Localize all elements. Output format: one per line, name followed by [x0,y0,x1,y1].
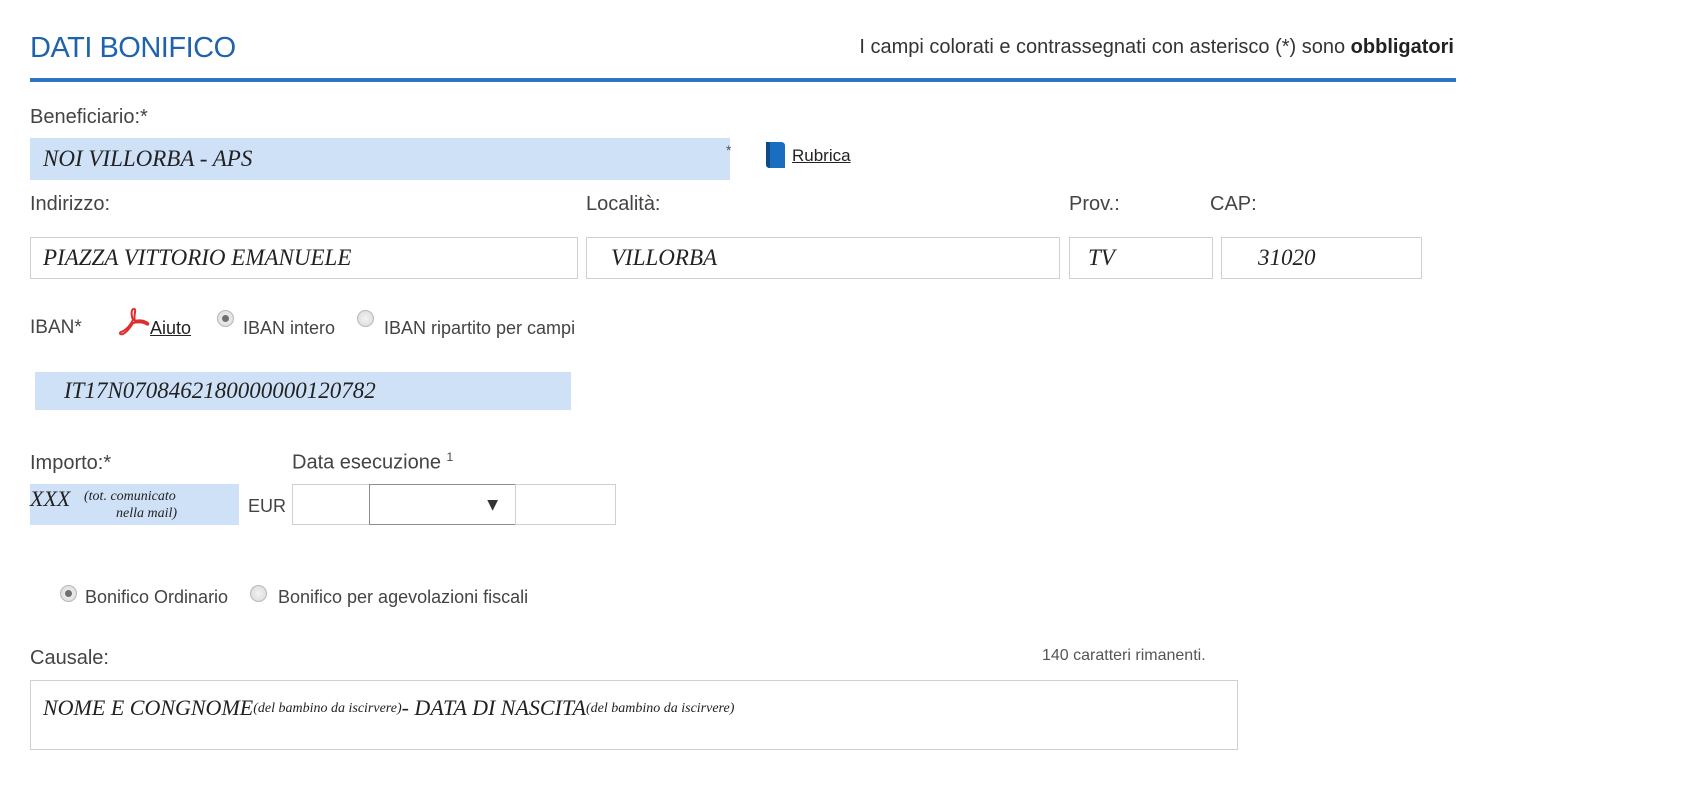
bonifico-agevolazioni-label: Bonifico per agevolazioni fiscali [278,587,529,607]
causale-label: Causale: [30,647,109,669]
footnote-marker: 1 [446,450,454,464]
importo-input[interactable]: XXX (tot. comunicato nella mail) [30,484,239,525]
indirizzo-input[interactable]: PIAZZA VITTORIO EMANUELE [30,237,578,279]
data-esecuzione-text: Data esecuzione [292,451,441,474]
aiuto-link[interactable]: Aiuto [150,318,191,339]
localita-input[interactable]: VILLORBA [586,237,1060,279]
iban-intero-radio[interactable] [217,310,234,327]
required-fields-note: I campi colorati e contrassegnati con as… [859,36,1454,59]
bonifico-ordinario-radio[interactable] [60,585,77,602]
required-note-text: I campi colorati e contrassegnati con as… [859,36,1351,58]
cap-input[interactable]: 31020 [1221,237,1422,279]
causale-part4: (del bambino da iscirvere) [585,701,735,716]
year-input[interactable] [515,484,616,525]
bonifico-ordinario-label: Bonifico Ordinario [85,587,229,607]
causale-part1: NOME E CONGNOME [43,695,254,720]
beneficiario-required-marker: * [726,142,732,158]
importo-value: XXX [30,486,71,511]
iban-input[interactable]: IT17N0708462180000000120782 [35,372,571,410]
localita-label: Località: [586,193,661,215]
day-input[interactable] [292,484,371,525]
prov-label: Prov.: [1069,193,1120,215]
importo-label: Importo:* [30,452,112,474]
causale-part3: - DATA DI NASCITA [401,695,586,720]
remaining-characters: 140 caratteri rimanenti. [1042,647,1206,664]
iban-ripartito-label: IBAN ripartito per campi [384,318,576,338]
pdf-icon[interactable] [118,306,150,336]
causale-part2: (del bambino da iscirvere) [253,701,402,716]
iban-intero-label: IBAN intero [243,318,336,338]
rubrica-link[interactable]: Rubrica [792,146,851,166]
header-divider [30,78,1456,82]
currency-label: EUR [248,496,287,516]
prov-input[interactable]: TV [1069,237,1213,279]
importo-note-line2: nella mail) [116,506,178,521]
causale-textarea[interactable]: NOME E CONGNOME (del bambino da iscirver… [30,680,1238,750]
iban-ripartito-radio[interactable] [357,310,374,327]
importo-note-line1: (tot. comunicato [84,489,176,504]
required-note-bold: obbligatori [1350,36,1454,58]
iban-label: IBAN* [30,317,82,338]
cap-label: CAP: [1210,193,1257,215]
data-esecuzione-label: Data esecuzione 1 [292,450,453,475]
month-select[interactable]: ▼ [369,484,517,525]
chevron-down-icon: ▼ [487,496,498,513]
beneficiario-label: Beneficiario:* [30,106,148,128]
section-title: DATI BONIFICO [30,32,236,64]
beneficiario-input[interactable]: NOI VILLORBA - APS [30,138,730,180]
indirizzo-label: Indirizzo: [30,193,111,215]
bonifico-agevolazioni-radio[interactable] [250,585,267,602]
address-book-icon[interactable] [763,140,788,170]
